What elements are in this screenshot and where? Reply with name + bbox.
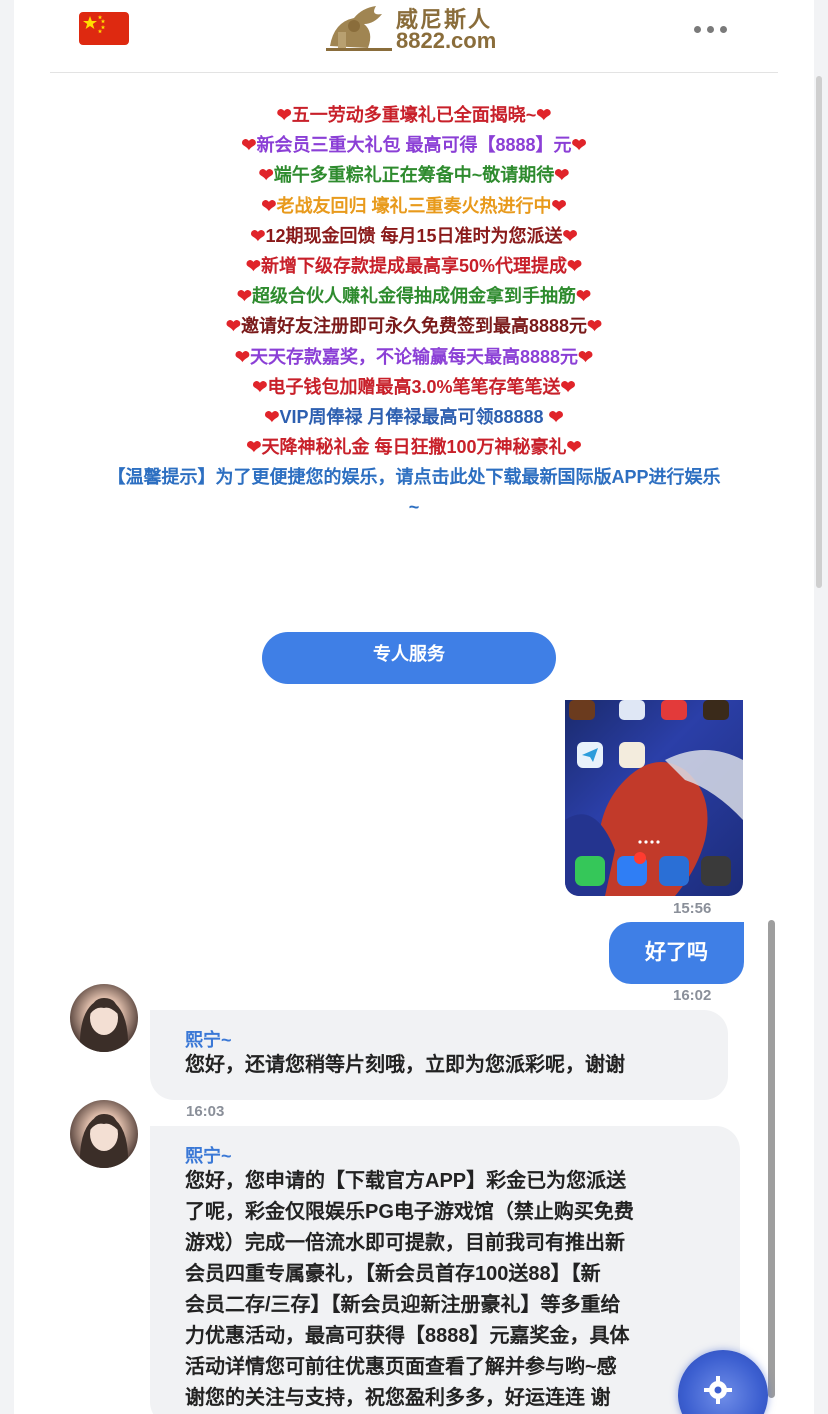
- download-tip-link[interactable]: 【温馨提示】为了更便捷您的娱乐，请点击此处下载最新国际版APP进行娱乐 ~: [50, 462, 778, 522]
- announcement-text: 电子钱包加赠最高3.0%笔笔存笔笔送: [267, 376, 561, 397]
- announcement-line: ❤端午多重粽礼正在筹备中~敬请期待❤: [50, 160, 778, 190]
- heart-icon: ❤: [225, 316, 241, 337]
- agent-avatar[interactable]: [70, 984, 138, 1052]
- message-time: 15:56: [673, 900, 712, 917]
- announcement-line: ❤老战友回归 壕礼三重奏火热进行中❤: [50, 191, 778, 221]
- heart-icon: ❤: [250, 225, 266, 246]
- announcement-list: ❤五一劳动多重壕礼已全面揭晓~❤ ❤新会员三重大礼包 最高可得【8888】元❤ …: [50, 100, 778, 522]
- agent-avatar[interactable]: [70, 1100, 138, 1168]
- message-line: 游戏）完成一倍流水即可提款，目前我司有推出新: [185, 1232, 625, 1254]
- message-line: 了呢，彩金仅限娱乐PG电子游戏馆（禁止购买免费: [185, 1201, 634, 1223]
- announcement-line: ❤天天存款嘉奖，不论输赢每天最高8888元❤: [50, 342, 778, 372]
- heart-icon: ❤: [567, 256, 583, 277]
- message-line: 力优惠活动，最高可获得【8888】元嘉奖金，具体: [185, 1325, 630, 1347]
- announcement-line: ❤VIP周俸禄 月俸禄最高可领88888 ❤: [50, 402, 778, 432]
- announcement-text: 天天存款嘉奖，不论输赢每天最高8888元: [249, 346, 579, 367]
- heart-icon: ❤: [252, 376, 268, 397]
- announcement-text: 邀请好友注册即可永久免费签到最高8888元: [240, 316, 588, 337]
- announcement-text: 端午多重粽礼正在筹备中~敬请期待: [273, 165, 555, 186]
- incoming-message-bubble[interactable]: 熙宁~ 您好，还请您稍等片刻哦，立即为您派彩呢，谢谢: [150, 1010, 728, 1100]
- announcement-text: 超级合伙人赚礼金得抽成佣金拿到手抽筋: [252, 286, 576, 307]
- message-text: 您好，还请您稍等片刻哦，立即为您派彩呢，谢谢: [185, 1054, 625, 1076]
- heart-icon: ❤: [551, 195, 567, 216]
- heart-icon: ❤: [560, 376, 576, 397]
- heart-icon: ❤: [548, 407, 564, 428]
- sender-name: 熙宁~: [185, 1030, 232, 1050]
- message-line: 谢您的关注与支持，祝您盈利多多，好运连连 谢: [185, 1387, 611, 1409]
- announcement-line: ❤天降神秘礼金 每日狂撒100万神秘豪礼❤: [50, 432, 778, 462]
- announcement-text: 新会员三重大礼包 最高可得【8888】元: [256, 135, 572, 156]
- announcement-text: 老战友回归 壕礼三重奏火热进行中: [276, 195, 552, 216]
- announcement-text: 五一劳动多重壕礼已全面揭晓~: [291, 105, 537, 125]
- message-time: 16:03: [186, 1103, 225, 1120]
- more-icon[interactable]: [694, 18, 738, 38]
- heart-icon: ❤: [562, 225, 578, 246]
- announcement-line: ❤超级合伙人赚礼金得抽成佣金拿到手抽筋❤: [50, 281, 778, 311]
- heart-icon: ❤: [576, 286, 592, 307]
- heart-icon: ❤: [587, 316, 603, 337]
- gear-icon: [704, 1376, 732, 1404]
- incoming-message-bubble[interactable]: 熙宁~ 您好，您申请的【下载官方APP】彩金已为您派送 了呢，彩金仅限娱乐PG电…: [150, 1126, 740, 1414]
- announcement-line: ❤邀请好友注册即可永久免费签到最高8888元❤: [50, 311, 778, 341]
- heart-icon: ❤: [264, 407, 280, 428]
- heart-icon: ❤: [566, 437, 582, 458]
- heart-icon: ❤: [258, 165, 274, 186]
- heart-icon: ❤: [246, 437, 262, 458]
- header: 威尼斯人 8822.com: [14, 0, 814, 73]
- message-line: 会员二存/三存】【新会员迎新注册豪礼】等多重给: [185, 1294, 621, 1316]
- message-text: 您好，您申请的【下载官方APP】彩金已为您派送 了呢，彩金仅限娱乐PG电子游戏馆…: [185, 1166, 634, 1414]
- winged-lion-icon: [326, 6, 392, 51]
- announcement-text: 天降神秘礼金 每日狂撒100万神秘豪礼: [261, 437, 567, 458]
- venetian-logo[interactable]: 威尼斯人 8822.com: [324, 0, 524, 56]
- announcement-line: ❤电子钱包加赠最高3.0%笔笔存笔笔送❤: [50, 372, 778, 402]
- announcement-line: ❤新增下级存款提成最高享50%代理提成❤: [50, 251, 778, 281]
- announcement-text: 12期现金回馈 每月15日准时为您派送: [265, 225, 563, 246]
- chat-page: 威尼斯人 8822.com ❤五一劳动多重壕礼已全面揭晓~❤ ❤新会员三重大礼包…: [14, 0, 814, 1414]
- logo-domain-text: 8822.com: [396, 28, 497, 53]
- tip-line: ~: [408, 497, 420, 518]
- heart-icon: ❤: [578, 346, 594, 367]
- header-divider: [50, 72, 778, 73]
- phone-screenshot-image: [565, 700, 743, 896]
- announcement-text: 新增下级存款提成最高享50%代理提成: [260, 256, 568, 277]
- announcement-line: ❤五一劳动多重壕礼已全面揭晓~❤: [50, 100, 778, 130]
- heart-icon: ❤: [276, 105, 292, 125]
- personal-service-button[interactable]: 专人服务: [262, 632, 556, 684]
- message-time: 16:02: [673, 987, 712, 1004]
- tip-line: 【温馨提示】为了更便捷您的娱乐，请点击此处下载最新国际版APP进行娱乐: [107, 467, 721, 488]
- heart-icon: ❤: [554, 165, 570, 186]
- outgoing-message-bubble[interactable]: 好了吗: [609, 922, 744, 984]
- settings-float-button[interactable]: [678, 1350, 768, 1414]
- heart-icon: ❤: [536, 105, 552, 125]
- screenshot-image-message[interactable]: [565, 700, 743, 896]
- message-line: 会员四重专属豪礼，【新会员首存100送88】【新: [185, 1263, 601, 1285]
- announcement-line: ❤新会员三重大礼包 最高可得【8888】元❤: [50, 130, 778, 160]
- heart-icon: ❤: [241, 135, 257, 156]
- sender-name: 熙宁~: [185, 1146, 232, 1166]
- announcement-text: VIP周俸禄 月俸禄最高可领88888: [279, 407, 549, 428]
- announcement-line: ❤12期现金回馈 每月15日准时为您派送❤: [50, 221, 778, 251]
- china-flag-icon[interactable]: [79, 12, 129, 45]
- page-scrollbar[interactable]: [816, 76, 822, 588]
- heart-icon: ❤: [261, 195, 277, 216]
- heart-icon: ❤: [245, 256, 261, 277]
- message-line: 活动详情您可前往优惠页面查看了解并参与哟~感: [185, 1356, 617, 1378]
- message-line: 您好，您申请的【下载官方APP】彩金已为您派送: [185, 1170, 627, 1192]
- heart-icon: ❤: [236, 286, 252, 307]
- chat-scrollbar[interactable]: [768, 920, 775, 1398]
- heart-icon: ❤: [571, 135, 587, 156]
- heart-icon: ❤: [234, 346, 250, 367]
